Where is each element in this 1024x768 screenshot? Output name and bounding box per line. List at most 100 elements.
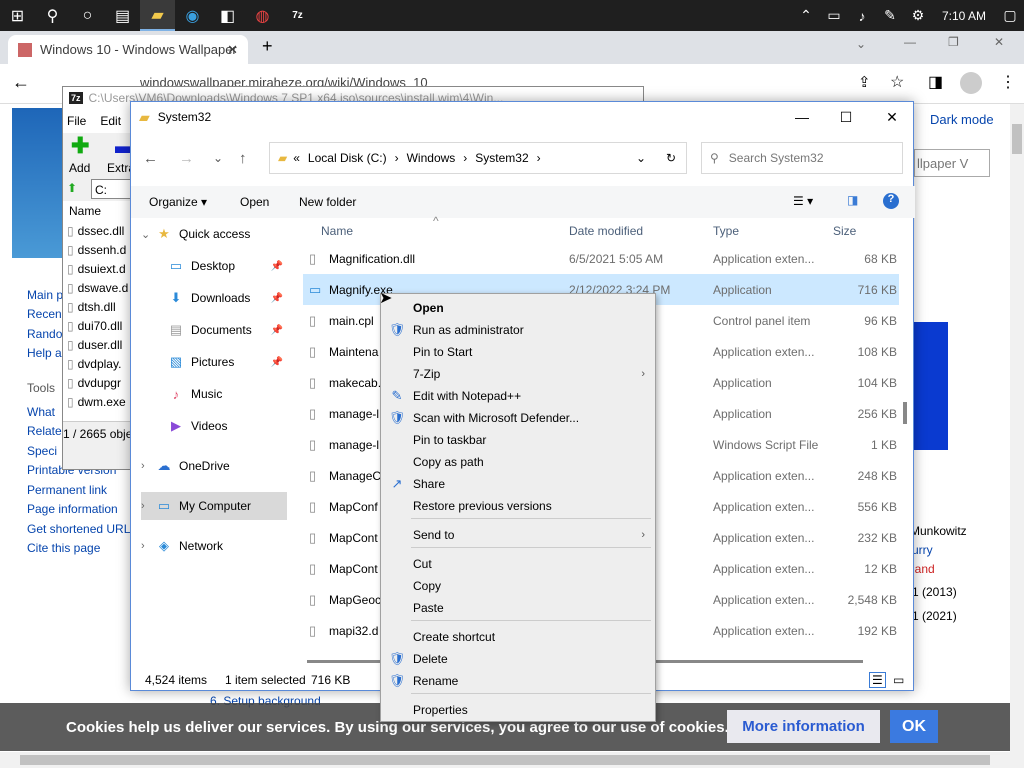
search-input[interactable]: ⚲ Search System32 — [701, 142, 903, 174]
minimize-icon[interactable]: — — [904, 35, 916, 49]
chevron-down-icon[interactable]: ⌄ — [856, 37, 866, 51]
maximize-button[interactable]: ☐ — [823, 102, 869, 132]
chrome-icon[interactable]: ◍ — [245, 0, 280, 31]
breadcrumb-item[interactable]: System32 — [475, 151, 528, 165]
context-menu-item-share[interactable]: ↗ Share — [381, 473, 655, 495]
breadcrumb-item[interactable]: Windows — [407, 151, 456, 165]
zip-file-row[interactable]: ▯ dssec.dll — [67, 221, 124, 240]
infobox-text[interactable]: land — [912, 562, 935, 576]
menu-edit[interactable]: Edit — [100, 114, 121, 128]
zip-file-row[interactable]: ▯ dswave.d — [67, 278, 128, 297]
7zip-icon[interactable]: 7z — [280, 0, 315, 31]
chevron-icon[interactable]: › — [141, 500, 155, 512]
store-icon[interactable]: ◧ — [210, 0, 245, 31]
close-button[interactable]: ✕ — [869, 102, 915, 132]
path-field[interactable]: C: — [91, 179, 131, 199]
context-menu-item-copy[interactable]: Copy — [381, 575, 655, 597]
context-menu-item-copy-as-path[interactable]: Copy as path — [381, 451, 655, 473]
up-icon[interactable]: ⬆ — [67, 181, 77, 195]
context-menu-item-7-zip[interactable]: 7-Zip › — [381, 363, 655, 385]
browser-tab[interactable]: Windows 10 - Windows Wallpaper ✕ — [8, 35, 248, 64]
details-view-icon[interactable]: ☰ — [869, 672, 886, 688]
zip-file-row[interactable]: ▯ dwm.exe — [67, 392, 126, 411]
zip-file-row[interactable]: ▯ duser.dll — [67, 335, 122, 354]
task-view-icon[interactable]: ▤ — [105, 0, 140, 31]
context-menu-item-paste[interactable]: Paste — [381, 597, 655, 619]
sidebar-link[interactable]: Rando — [27, 327, 62, 341]
infobox-text[interactable]: urry — [912, 543, 933, 557]
preview-pane-icon[interactable]: ◨ — [847, 193, 858, 207]
chevron-icon[interactable]: › — [141, 460, 155, 472]
nav-item-videos[interactable]: ▶ Videos — [141, 412, 287, 440]
network-icon[interactable]: ▭ — [820, 7, 848, 24]
zip-file-row[interactable]: ▯ dssenh.d — [67, 240, 126, 259]
tools-link[interactable]: Permanent link — [27, 483, 107, 497]
name-column-header[interactable]: Name — [69, 204, 101, 218]
tools-link[interactable]: Cite this page — [27, 541, 100, 555]
sidepanel-icon[interactable]: ◨ — [928, 72, 943, 92]
share-icon[interactable]: ⇪ — [858, 73, 871, 91]
pen-icon[interactable]: ✎ — [876, 7, 904, 24]
back-icon[interactable]: ← — [143, 150, 158, 167]
search-icon[interactable]: ⚲ — [35, 0, 70, 31]
file-list-scrollbar[interactable] — [903, 402, 907, 424]
context-menu-item-delete[interactable]: 🛡 Delete — [381, 648, 655, 670]
avatar[interactable] — [960, 72, 982, 94]
sidebar-link[interactable]: Help a — [27, 346, 62, 360]
address-bar[interactable]: ▰ « Local Disk (C:) › Windows › System32 › … — [269, 142, 687, 174]
name-column-header[interactable]: Name — [321, 224, 353, 238]
gear-icon[interactable]: ⚙ — [904, 7, 932, 24]
file-row[interactable]: ▯ Magnification.dll 6/5/2021 5:05 AM Applic… — [303, 243, 899, 274]
notifications-icon[interactable]: ▢ — [996, 7, 1024, 24]
tools-link[interactable]: Get shortened URL — [27, 522, 130, 536]
cortana-icon[interactable]: ○ — [70, 0, 105, 31]
menu-icon[interactable]: ⋮ — [1000, 72, 1016, 92]
chevron-icon[interactable]: › — [141, 540, 155, 552]
context-menu-item-pin-to-start[interactable]: Pin to Start — [381, 341, 655, 363]
nav-item-quick-access[interactable]: ⌄ ★ Quick access — [141, 220, 287, 248]
chevron-up-icon[interactable]: ⌃ — [792, 7, 820, 24]
zip-file-row[interactable]: ▯ dsuiext.d — [67, 259, 126, 278]
context-menu-item-run-as-administrator[interactable]: 🛡 Run as administrator — [381, 319, 655, 341]
start-icon[interactable]: ⊞ — [0, 0, 35, 31]
maximize-icon[interactable]: ❐ — [948, 35, 959, 49]
nav-item-my-computer[interactable]: › ▭ My Computer — [141, 492, 287, 520]
back-icon[interactable]: ← — [12, 72, 30, 93]
context-menu-item-pin-to-taskbar[interactable]: Pin to taskbar — [381, 429, 655, 451]
organize-button[interactable]: Organize ▾ — [149, 195, 207, 209]
tools-link[interactable]: Speci — [27, 444, 57, 458]
nav-item-desktop[interactable]: ▭ Desktop 📌 — [141, 252, 287, 280]
breadcrumb-item[interactable]: Local Disk (C:) — [308, 151, 387, 165]
zip-file-row[interactable]: ▯ dtsh.dll — [67, 297, 116, 316]
add-button[interactable]: Add — [69, 161, 90, 175]
context-menu-item-edit-with-notepad[interactable]: ✎ Edit with Notepad++ — [381, 385, 655, 407]
size-column-header[interactable]: Size — [833, 224, 856, 238]
context-menu-item-restore-previous-versions[interactable]: Restore previous versions — [381, 495, 655, 517]
close-icon[interactable]: ✕ — [227, 42, 238, 58]
zip-file-row[interactable]: ▯ dvdplay. — [67, 354, 121, 373]
nav-item-music[interactable]: ♪ Music — [141, 380, 287, 408]
nav-item-downloads[interactable]: ⬇ Downloads 📌 — [141, 284, 287, 312]
star-icon[interactable]: ☆ — [890, 72, 904, 92]
zip-file-row[interactable]: ▯ dui70.dll — [67, 316, 122, 335]
nav-item-onedrive[interactable]: › ☁ OneDrive — [141, 452, 287, 480]
search-input[interactable]: llpaper V — [914, 149, 990, 177]
minimize-button[interactable]: — — [779, 102, 825, 132]
clock[interactable]: 7:10 AM — [932, 9, 996, 23]
tools-link[interactable]: Page information — [27, 502, 118, 516]
sidebar-link[interactable]: Main p — [27, 288, 63, 302]
add-icon[interactable]: ✚ — [71, 133, 89, 159]
help-icon[interactable]: ? — [883, 193, 899, 209]
refresh-icon[interactable]: ↻ — [666, 151, 676, 165]
context-menu-item-create-shortcut[interactable]: Create shortcut — [381, 626, 655, 648]
context-menu-item-cut[interactable]: Cut — [381, 553, 655, 575]
vertical-scrollbar[interactable] — [1010, 104, 1024, 752]
context-menu-item-scan-with-microsoft-defender[interactable]: 🛡 Scan with Microsoft Defender... — [381, 407, 655, 429]
type-column-header[interactable]: Type — [713, 224, 739, 238]
dark-mode-link[interactable]: Dark mode — [930, 112, 994, 127]
context-menu-item-open[interactable]: Open — [381, 297, 655, 319]
chevron-icon[interactable]: ⌄ — [141, 228, 155, 241]
page-horizontal-scrollbar[interactable] — [0, 752, 1024, 768]
nav-item-pictures[interactable]: ▧ Pictures 📌 — [141, 348, 287, 376]
context-menu-item-properties[interactable]: Properties — [381, 699, 655, 721]
